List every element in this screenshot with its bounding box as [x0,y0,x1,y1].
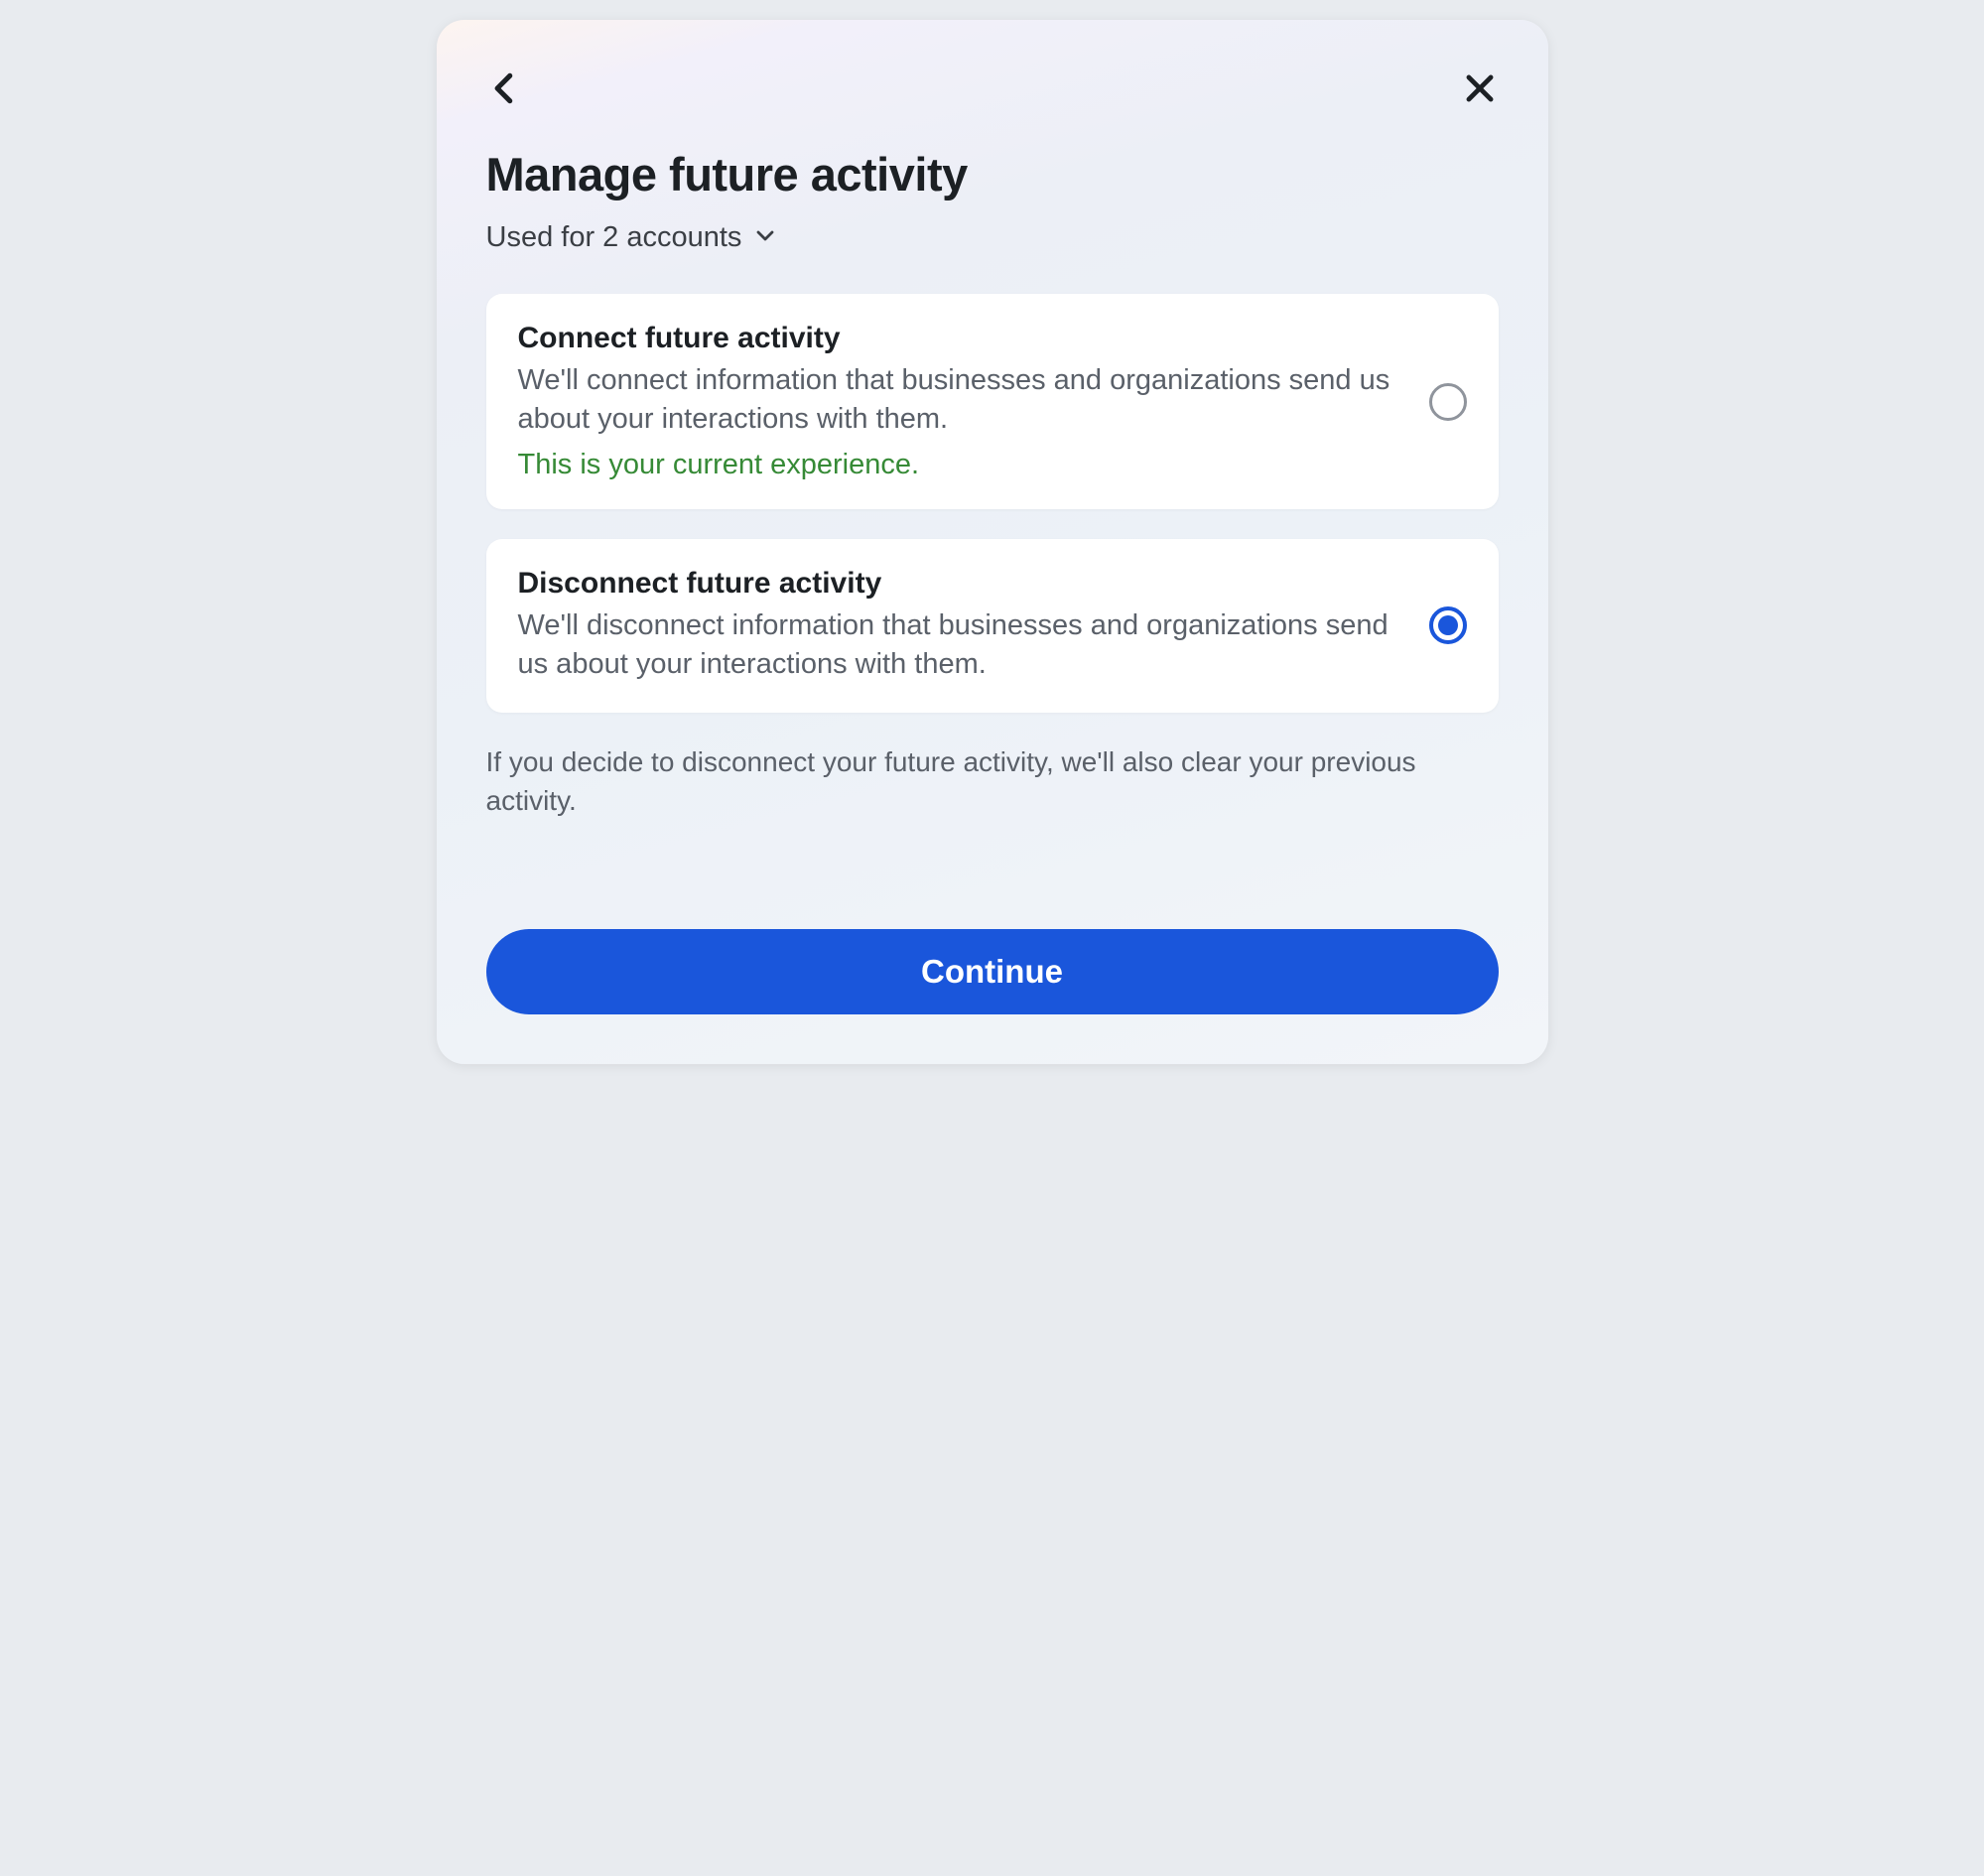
chevron-down-icon [753,223,777,252]
close-icon [1461,69,1499,107]
option-title: Disconnect future activity [518,567,1405,601]
chevron-left-icon [486,69,524,107]
option-title: Connect future activity [518,322,1405,355]
radio-connect[interactable] [1429,383,1467,421]
close-button[interactable] [1461,69,1499,107]
accounts-selector[interactable]: Used for 2 accounts [486,221,1499,254]
back-button[interactable] [486,69,524,107]
radio-disconnect[interactable] [1429,606,1467,644]
option-content: Disconnect future activity We'll disconn… [518,567,1405,684]
manage-future-activity-modal: Manage future activity Used for 2 accoun… [437,20,1548,1064]
page-title: Manage future activity [486,147,1499,201]
option-description: We'll disconnect information that busine… [518,606,1405,684]
radio-selected-icon [1429,606,1467,644]
option-description: We'll connect information that businesse… [518,361,1405,439]
option-current-note: This is your current experience. [518,449,1405,481]
footer-note: If you decide to disconnect your future … [486,742,1499,820]
option-content: Connect future activity We'll connect in… [518,322,1405,481]
option-disconnect-future-activity[interactable]: Disconnect future activity We'll disconn… [486,539,1499,712]
option-connect-future-activity[interactable]: Connect future activity We'll connect in… [486,294,1499,509]
continue-button[interactable]: Continue [486,929,1499,1014]
radio-unselected-icon [1429,383,1467,421]
accounts-label: Used for 2 accounts [486,221,742,254]
modal-header [486,69,1499,107]
